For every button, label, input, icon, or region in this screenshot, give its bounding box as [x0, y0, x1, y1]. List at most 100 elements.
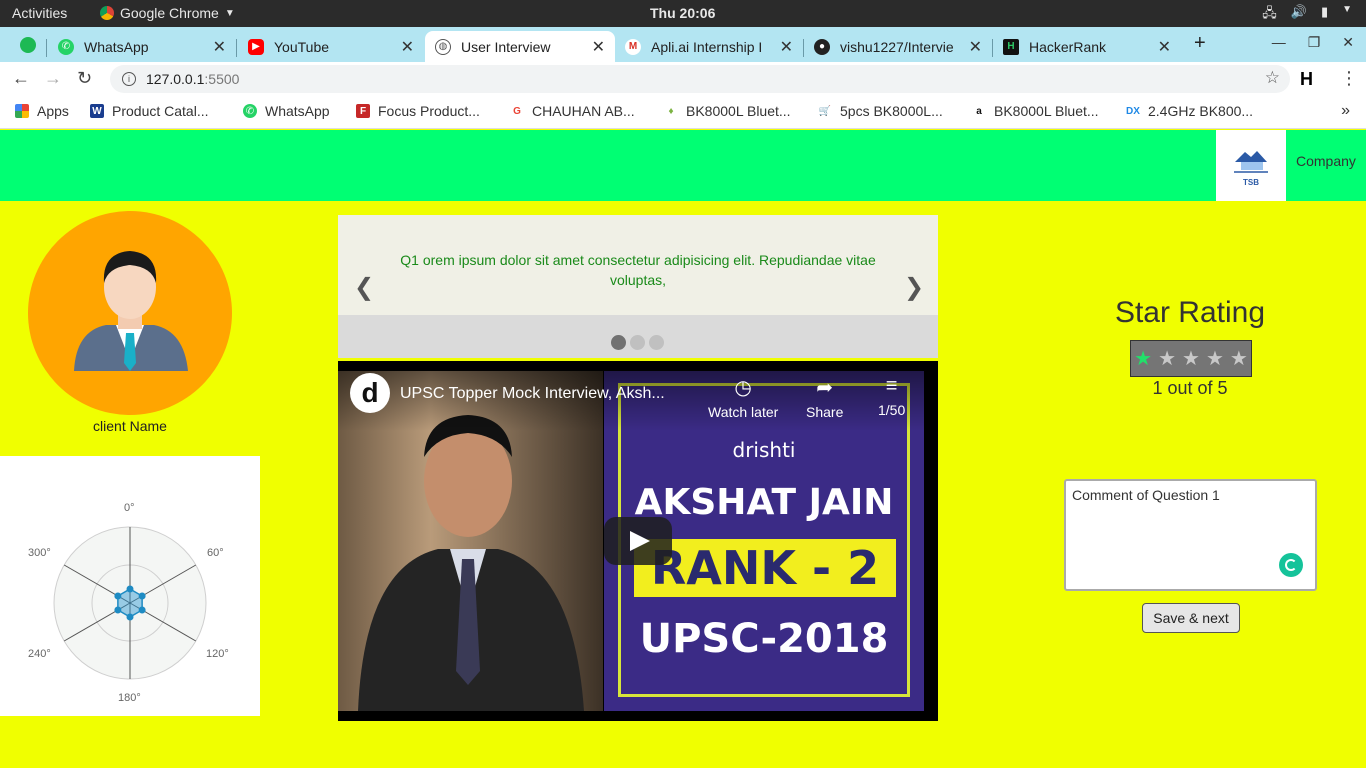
playlist-button[interactable]: ≡ 1/50: [878, 375, 905, 418]
star-icon[interactable]: ★: [1134, 349, 1152, 369]
bookmark-label: Product Catal...: [112, 103, 209, 119]
close-icon[interactable]: ✕: [969, 37, 982, 57]
app-menu[interactable]: Google Chrome ▼: [100, 5, 235, 21]
minimize-icon[interactable]: —: [1272, 34, 1286, 51]
address-bar[interactable]: i 127.0.0.1:5500 ☆: [110, 65, 1290, 93]
bookmark-5pcs-bk8000l[interactable]: 🛒 5pcs BK8000L...: [818, 103, 943, 119]
close-icon[interactable]: ✕: [213, 37, 226, 57]
focus-icon: F: [356, 104, 370, 118]
angle-label-120: 120°: [206, 648, 229, 660]
video-title-bar: d UPSC Topper Mock Interview, Aksh... ◷ …: [338, 361, 938, 431]
browser-toolbar: ← → ↻ i 127.0.0.1:5500 ☆ H ⋮: [0, 62, 1366, 96]
restore-icon[interactable]: ❐: [1308, 34, 1321, 51]
bookmarks-overflow-icon[interactable]: »: [1341, 102, 1350, 120]
star-icon[interactable]: ★: [1158, 349, 1176, 369]
carousel-next-button[interactable]: ❯: [904, 273, 924, 302]
battery-icon: ▮: [1320, 4, 1329, 19]
angle-label-60: 60°: [207, 547, 224, 559]
play-button[interactable]: [604, 517, 672, 565]
close-window-icon[interactable]: ✕: [1342, 34, 1354, 51]
bookmark-bk8000l-2[interactable]: a BK8000L Bluet...: [972, 103, 1099, 119]
bookmark-label: BK8000L Bluet...: [686, 103, 791, 119]
company-logo[interactable]: TSB: [1216, 130, 1286, 201]
carousel-dot[interactable]: [630, 335, 645, 350]
kebab-menu-icon[interactable]: ⋮: [1340, 68, 1358, 89]
question-carousel: ❮ Q1 orem ipsum dolor sit amet consectet…: [338, 215, 938, 358]
tab-github[interactable]: ● vishu1227/Intervie ✕: [804, 31, 992, 62]
amazon-icon: a: [972, 104, 986, 118]
carousel-dot[interactable]: [611, 335, 626, 350]
question-text: Q1 orem ipsum dolor sit amet consectetur…: [400, 252, 876, 288]
carousel-dots: [338, 315, 938, 358]
company-link[interactable]: Company: [1296, 153, 1356, 169]
angle-label-240: 240°: [28, 648, 51, 660]
w-icon: W: [90, 104, 104, 118]
hackerrank-icon: H: [1003, 38, 1019, 55]
globe-icon: ◍: [435, 38, 451, 55]
tab-user-interview[interactable]: ◍ User Interview ✕: [425, 31, 615, 62]
chevron-down-icon: ▼: [224, 7, 235, 19]
grammarly-icon[interactable]: [1279, 553, 1303, 577]
tab-title: Apli.ai Internship I: [651, 38, 763, 55]
star-icon[interactable]: ★: [1230, 349, 1248, 369]
close-icon[interactable]: ✕: [1158, 37, 1171, 57]
bookmark-chauhan[interactable]: G CHAUHAN AB...: [510, 103, 635, 119]
watch-later-button[interactable]: ◷ Watch later: [708, 375, 778, 420]
star-icon[interactable]: ★: [1182, 349, 1200, 369]
forward-icon[interactable]: →: [44, 68, 62, 89]
bookmark-apps[interactable]: Apps: [15, 103, 69, 119]
radar-point: [114, 606, 122, 614]
carousel-dot[interactable]: [649, 335, 664, 350]
video-title[interactable]: UPSC Topper Mock Interview, Aksh...: [400, 385, 665, 403]
tab-apli-internship[interactable]: M Apli.ai Internship I ✕: [615, 31, 803, 62]
tab-title: User Interview: [461, 38, 551, 55]
thumb-exam: UPSC-2018: [639, 616, 889, 662]
bookmark-star-icon[interactable]: ☆: [1265, 69, 1280, 86]
close-icon[interactable]: ✕: [780, 37, 793, 57]
tab-title: HackerRank: [1029, 38, 1107, 55]
bookmark-bk8000l-1[interactable]: ♦ BK8000L Bluet...: [664, 103, 791, 119]
star-icon[interactable]: ★: [1206, 349, 1224, 369]
chrome-icon: [100, 6, 114, 20]
system-tray[interactable]: 🖧 🔊 ▮ ▼: [1262, 4, 1352, 26]
tab-whatsapp[interactable]: ✆ WhatsApp ✕: [48, 31, 236, 62]
url-port: :5500: [204, 71, 240, 87]
spotify-tab-icon[interactable]: [20, 37, 36, 53]
whatsapp-icon: ✆: [243, 104, 257, 118]
bookmark-product-catalog[interactable]: W Product Catal...: [90, 103, 209, 119]
thumb-rank: RANK - 2: [634, 539, 896, 597]
bookmark-label: Focus Product...: [378, 103, 480, 119]
tab-youtube[interactable]: ▶ YouTube ✕: [238, 31, 424, 62]
comment-textarea[interactable]: Comment of Question 1: [1064, 479, 1317, 591]
share-button[interactable]: ➦ Share: [806, 375, 843, 420]
bookmark-label: 2.4GHz BK800...: [1148, 103, 1254, 119]
channel-avatar-icon[interactable]: d: [350, 373, 390, 413]
clock-icon: ◷: [734, 377, 752, 399]
bookmark-focus-product[interactable]: F Focus Product...: [356, 103, 480, 119]
activities-button[interactable]: Activities: [12, 5, 67, 21]
reload-icon[interactable]: ↻: [77, 68, 92, 89]
whatsapp-icon: ✆: [58, 38, 74, 55]
save-next-button[interactable]: Save & next: [1142, 603, 1240, 633]
close-icon[interactable]: ✕: [592, 37, 605, 57]
profile-icon[interactable]: H: [1300, 69, 1313, 90]
user-avatar-icon: [74, 251, 188, 371]
house-logo-icon: [1234, 151, 1268, 173]
radar-point: [114, 592, 122, 600]
bookmark-whatsapp[interactable]: ✆ WhatsApp: [243, 103, 330, 119]
watch-later-label: Watch later: [708, 404, 779, 420]
bookmark-2-4ghz[interactable]: DX 2.4GHz BK800...: [1126, 103, 1253, 119]
carousel-prev-button[interactable]: ❮: [354, 273, 374, 302]
system-clock[interactable]: Thu 20:06: [650, 5, 715, 21]
tab-hackerrank[interactable]: H HackerRank ✕: [993, 31, 1181, 62]
back-icon[interactable]: ←: [12, 68, 30, 89]
client-avatar: [28, 211, 232, 415]
google-icon: G: [510, 104, 524, 118]
new-tab-button[interactable]: +: [1194, 32, 1206, 55]
info-icon[interactable]: i: [122, 72, 136, 86]
bulb-icon: ♦: [664, 104, 678, 118]
network-icon: 🖧: [1262, 5, 1277, 20]
youtube-embed[interactable]: drishti AKSHAT JAIN UPSC-2018 RANK - 2 d…: [338, 361, 938, 721]
radar-point: [126, 585, 134, 593]
close-icon[interactable]: ✕: [401, 37, 414, 57]
